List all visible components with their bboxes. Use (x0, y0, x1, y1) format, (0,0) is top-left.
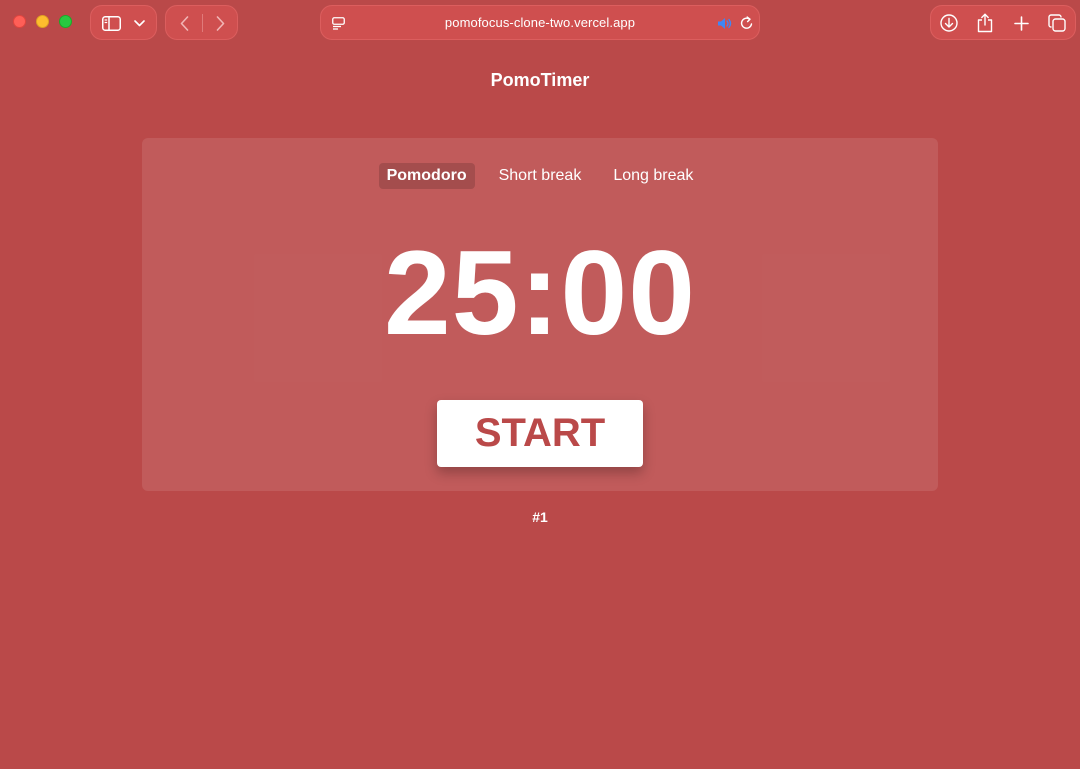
speaker-icon[interactable] (715, 15, 733, 31)
sidebar-control (90, 5, 157, 40)
app-title: PomoTimer (490, 70, 590, 90)
tabs-overview-icon[interactable] (1046, 13, 1068, 33)
start-button[interactable]: START (437, 400, 643, 467)
toolbar-actions (930, 5, 1076, 40)
reload-icon[interactable] (737, 15, 755, 31)
address-bar[interactable]: pomofocus-clone-two.vercel.app (320, 5, 760, 40)
nav-divider (202, 14, 203, 32)
download-icon[interactable] (939, 13, 959, 33)
timer-display: 25:00 (384, 226, 696, 360)
sidebar-icon[interactable] (101, 14, 121, 32)
chevron-left-icon[interactable] (175, 14, 193, 32)
chevron-right-icon[interactable] (211, 14, 229, 32)
tab-pomodoro[interactable]: Pomodoro (378, 163, 475, 189)
minimize-window-button[interactable] (36, 15, 49, 28)
navigation-controls (165, 5, 238, 40)
browser-toolbar: pomofocus-clone-two.vercel.app (0, 0, 1080, 46)
share-icon[interactable] (975, 12, 995, 34)
maximize-window-button[interactable] (59, 15, 72, 28)
tab-short-break[interactable]: Short break (491, 163, 590, 189)
mode-tabs: Pomodoro Short break Long break (142, 163, 938, 189)
tab-long-break[interactable]: Long break (605, 163, 701, 189)
close-window-button[interactable] (13, 15, 26, 28)
url-text[interactable]: pomofocus-clone-two.vercel.app (321, 15, 759, 30)
timer-card: Pomodoro Short break Long break 25:00 ST… (142, 138, 938, 491)
session-counter: #1 (532, 509, 548, 525)
chevron-down-icon[interactable] (131, 16, 147, 30)
plus-icon[interactable] (1011, 13, 1031, 33)
